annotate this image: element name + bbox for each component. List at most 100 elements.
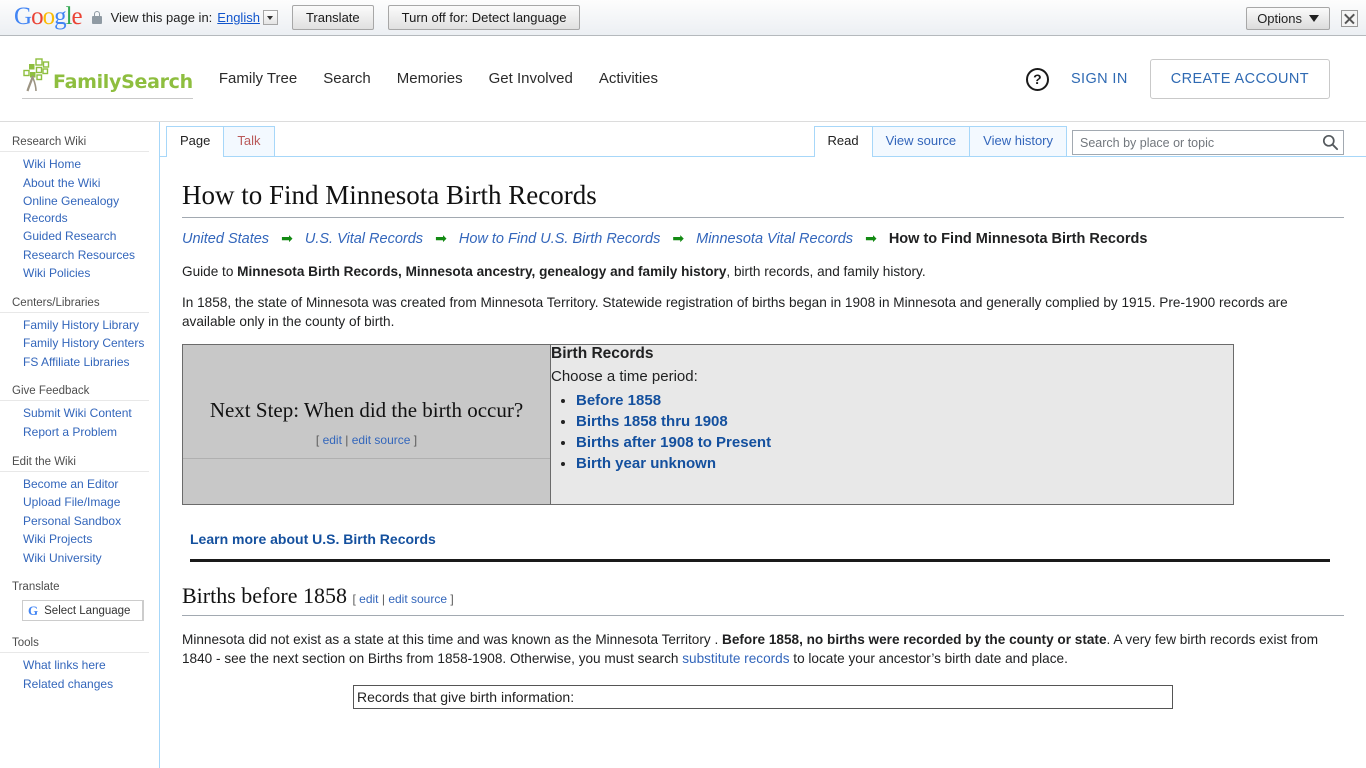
section-heading-text: Births before 1858: [182, 583, 347, 609]
list-item[interactable]: Births 1858 thru 1908: [576, 413, 1233, 430]
list-item[interactable]: Birth year unknown: [576, 455, 1233, 472]
sidebar-item-online-genealogy-records[interactable]: Online Genealogy Records: [0, 192, 149, 227]
sidebar-link-upload-file-image[interactable]: Upload File/Image: [0, 494, 120, 511]
sidebar-item-wiki-policies[interactable]: Wiki Policies: [0, 264, 149, 283]
link-birth-year-unknown[interactable]: Birth year unknown: [576, 455, 716, 472]
link-births-1858-thru-1908[interactable]: Births 1858 thru 1908: [576, 413, 728, 430]
sidebar-link-family-history-library[interactable]: Family History Library: [0, 317, 139, 334]
sidebar-link-wiki-policies[interactable]: Wiki Policies: [0, 265, 90, 282]
sidebar-item-become-an-editor[interactable]: Become an Editor: [0, 475, 149, 494]
translate-button[interactable]: Translate: [291, 5, 374, 30]
nav-item-memories[interactable]: Memories: [397, 70, 463, 87]
header-actions: ? SIGN IN CREATE ACCOUNT: [1025, 36, 1330, 122]
search-icon[interactable]: [1322, 134, 1339, 151]
sidebar-item-family-history-library[interactable]: Family History Library: [0, 316, 149, 335]
sidebar-item-wiki-university[interactable]: Wiki University: [0, 549, 149, 568]
sidebar-link-report-a-problem[interactable]: Report a Problem: [0, 424, 117, 441]
tab-read[interactable]: Read: [813, 126, 873, 157]
list-item[interactable]: Births after 1908 to Present: [576, 434, 1233, 451]
choose-time-period-label: Choose a time period:: [551, 368, 698, 386]
list-item[interactable]: Before 1858: [576, 392, 1233, 409]
sidebar-item-what-links-here[interactable]: What links here: [0, 656, 149, 675]
sidebar-link-research-resources[interactable]: Research Resources: [0, 247, 135, 264]
sidebar-item-report-a-problem[interactable]: Report a Problem: [0, 423, 149, 442]
google-g-icon: G: [28, 602, 39, 618]
nav-item-family-tree[interactable]: Family Tree: [219, 70, 297, 87]
guide-suffix: , birth records, and family history.: [726, 264, 926, 280]
edit-source-link[interactable]: edit source: [352, 433, 411, 447]
familysearch-logo-text: FamilySearch: [53, 71, 193, 93]
sidebar-item-submit-wiki-content[interactable]: Submit Wiki Content: [0, 404, 149, 423]
sidebar: Research Wiki Wiki Home About the Wiki O…: [0, 122, 160, 768]
sidebar-item-wiki-home[interactable]: Wiki Home: [0, 155, 149, 174]
tab-view-history[interactable]: View history: [969, 126, 1067, 156]
sidebar-link-about-the-wiki[interactable]: About the Wiki: [0, 175, 100, 192]
sidebar-item-research-resources[interactable]: Research Resources: [0, 246, 149, 265]
translate-prompt-label: View this page in:: [110, 10, 213, 25]
nav-item-get-involved[interactable]: Get Involved: [489, 70, 573, 87]
edit-link[interactable]: edit: [359, 592, 378, 606]
sidebar-link-wiki-university[interactable]: Wiki University: [0, 550, 102, 567]
substitute-records-link[interactable]: substitute records: [682, 651, 789, 666]
article-body: How to Find Minnesota Birth Records Unit…: [160, 157, 1366, 710]
edit-link[interactable]: edit: [323, 433, 342, 447]
birth-records-title: Birth Records: [551, 345, 654, 363]
sidebar-link-fs-affiliate-libraries[interactable]: FS Affiliate Libraries: [0, 354, 130, 371]
sidebar-link-personal-sandbox[interactable]: Personal Sandbox: [0, 513, 121, 530]
sidebar-item-family-history-centers[interactable]: Family History Centers: [0, 334, 149, 353]
sidebar-group-tools: Tools What links here Related changes: [0, 633, 159, 693]
sidebar-item-about-the-wiki[interactable]: About the Wiki: [0, 174, 149, 193]
next-step-heading: Next Step: When did the birth occur? [ e…: [183, 345, 550, 459]
search-input[interactable]: [1072, 130, 1344, 155]
translate-options-button[interactable]: Options: [1246, 6, 1330, 30]
chevron-down-icon[interactable]: [262, 10, 278, 25]
help-icon[interactable]: ?: [1025, 67, 1049, 91]
google-logo: Google: [14, 3, 83, 30]
sidebar-item-upload-file-image[interactable]: Upload File/Image: [0, 493, 149, 512]
sidebar-link-wiki-projects[interactable]: Wiki Projects: [0, 531, 92, 548]
close-icon[interactable]: [1341, 9, 1358, 27]
sidebar-link-wiki-home[interactable]: Wiki Home: [0, 156, 81, 173]
section-paragraph-part3: to locate your ancestor’s birth date and…: [789, 651, 1068, 667]
breadcrumb-item-minnesota-vital-records[interactable]: Minnesota Vital Records: [696, 231, 853, 247]
breadcrumb-item-how-to-find-us-birth-records[interactable]: How to Find U.S. Birth Records: [459, 231, 660, 247]
sidebar-item-fs-affiliate-libraries[interactable]: FS Affiliate Libraries: [0, 353, 149, 372]
sidebar-link-online-genealogy-records[interactable]: Online Genealogy Records: [0, 193, 149, 226]
sidebar-item-personal-sandbox[interactable]: Personal Sandbox: [0, 512, 149, 531]
breadcrumb-item-united-states[interactable]: United States: [182, 231, 269, 247]
main-content: Page Talk Read View source View history …: [160, 122, 1366, 768]
link-before-1858[interactable]: Before 1858: [576, 392, 661, 409]
tab-talk[interactable]: Talk: [223, 126, 275, 156]
tab-page[interactable]: Page: [166, 126, 225, 157]
sidebar-group-edit-the-wiki: Edit the Wiki Become an Editor Upload Fi…: [0, 452, 159, 568]
tab-view-source[interactable]: View source: [871, 126, 971, 156]
google-translate-bar: Google View this page in: English Transl…: [0, 0, 1366, 36]
nav-item-search[interactable]: Search: [323, 70, 371, 87]
chevron-down-icon: [1309, 14, 1319, 22]
link-births-after-1908-to-present[interactable]: Births after 1908 to Present: [576, 434, 771, 451]
language-selector[interactable]: G Select Language: [22, 600, 144, 622]
create-account-button[interactable]: CREATE ACCOUNT: [1149, 59, 1330, 99]
edit-source-link[interactable]: edit source: [388, 592, 447, 606]
sidebar-link-family-history-centers[interactable]: Family History Centers: [0, 335, 144, 352]
breadcrumb-item-us-vital-records[interactable]: U.S. Vital Records: [305, 231, 423, 247]
sidebar-link-become-an-editor[interactable]: Become an Editor: [0, 476, 118, 493]
nav-item-activities[interactable]: Activities: [599, 70, 658, 87]
sidebar-group-centers-libraries: Centers/Libraries Family History Library…: [0, 293, 159, 372]
sidebar-item-wiki-projects[interactable]: Wiki Projects: [0, 530, 149, 549]
site-header: FamilySearch Family Tree Search Memories…: [0, 36, 1366, 122]
sidebar-link-related-changes[interactable]: Related changes: [0, 676, 113, 693]
familysearch-logo[interactable]: FamilySearch: [22, 58, 193, 99]
sidebar-link-guided-research[interactable]: Guided Research: [0, 228, 116, 245]
sidebar-item-related-changes[interactable]: Related changes: [0, 675, 149, 694]
sidebar-item-guided-research[interactable]: Guided Research: [0, 227, 149, 246]
table-row: Records that give birth information:: [356, 688, 1170, 706]
sidebar-link-what-links-here[interactable]: What links here: [0, 657, 106, 674]
search-box: [1072, 130, 1344, 155]
sidebar-heading-edit-the-wiki: Edit the Wiki: [12, 455, 76, 468]
turn-off-translate-button[interactable]: Turn off for: Detect language: [387, 5, 581, 30]
sign-in-link[interactable]: SIGN IN: [1071, 71, 1128, 87]
sidebar-link-submit-wiki-content[interactable]: Submit Wiki Content: [0, 405, 132, 422]
translate-language-link[interactable]: English: [217, 10, 260, 25]
learn-more-link[interactable]: Learn more about U.S. Birth Records: [190, 531, 436, 547]
